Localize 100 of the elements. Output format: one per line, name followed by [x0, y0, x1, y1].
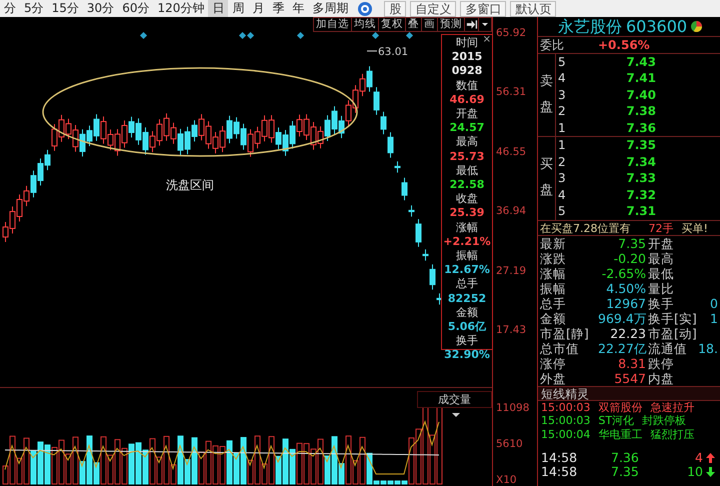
section-title: 短线精灵 [538, 386, 720, 400]
ratio-value: +0.56% [598, 37, 650, 52]
data-label: 最高 [456, 135, 478, 150]
data-value: 2015 [452, 50, 482, 64]
stat-value: 4.50% [605, 280, 646, 296]
stat-value: -2.65% [600, 266, 646, 280]
period-tab[interactable]: 月 [248, 0, 268, 17]
order-rank: 3 [557, 170, 567, 186]
toolbar-button[interactable]: 加自选 [314, 18, 352, 31]
notice-lots: 72手 [648, 220, 674, 234]
stat-label: 涨停 [540, 356, 567, 370]
pie-chart-icon [691, 21, 702, 32]
order-rank: 2 [557, 154, 567, 170]
period-tab[interactable]: 60分 [118, 0, 154, 17]
order-rank: 2 [557, 103, 567, 120]
order-price: 7.40 [625, 86, 656, 103]
alert-stock: 双箭股份 [598, 400, 642, 414]
page-button[interactable]: 默认页 [510, 0, 556, 16]
candlestick [394, 160, 400, 174]
stat-label: 涨幅 [540, 266, 567, 280]
stat-label: 跌停 [647, 356, 674, 370]
tick-price: 7.35 [611, 465, 640, 479]
stock-code: 603600 [626, 16, 688, 36]
tick-time: 14:58 [541, 465, 578, 479]
annotation-label: 洗盘区间 [166, 178, 214, 192]
axis-label: 65.92 [496, 27, 528, 41]
alert-stock: 华电重工 [598, 428, 642, 441]
pin-arrow-icon[interactable] [465, 18, 479, 31]
stat-label: 总市值 [540, 340, 580, 356]
notice-text: 在买盘7.28位置有 [540, 220, 630, 234]
stat-value: 1 [710, 310, 718, 326]
axis-label: 11098 [496, 402, 530, 414]
data-value: +2.21% [443, 234, 491, 250]
toolbar-button[interactable]: 复权 [379, 18, 406, 31]
period-tab[interactable]: 120分钟 [153, 0, 208, 17]
stat-label: 市盈[静] [540, 326, 590, 340]
stat-label: 振幅 [540, 280, 567, 296]
data-value: 24.57 [450, 121, 484, 136]
close-icon[interactable]: × [482, 35, 491, 45]
stat-label: 外盘 [540, 370, 567, 386]
period-tab[interactable]: 多周期 [308, 0, 352, 17]
axis-label: 27.19 [496, 264, 528, 279]
stat-value: -0.20 [612, 250, 646, 266]
period-tab[interactable]: 分 [0, 0, 20, 17]
alert-time: 15:00:03 [541, 414, 590, 428]
stat-value: 969.4万 [598, 310, 646, 326]
data-label: 时间 [456, 36, 478, 50]
toolbar-button[interactable]: 预测 [438, 18, 465, 31]
order-price: 7.38 [625, 103, 656, 120]
toolbar-button[interactable]: 叠 [406, 18, 422, 31]
data-label: 金额 [456, 306, 478, 320]
stat-label: 涨跌 [540, 250, 567, 266]
stat-label: 换手[实] [647, 310, 697, 326]
page-button[interactable]: 股 [384, 0, 406, 16]
alert-stock: ST河化 [598, 414, 634, 428]
period-tab[interactable]: 15分 [48, 0, 83, 17]
page-button[interactable]: 多窗口 [460, 0, 506, 16]
diamond-marker [140, 32, 148, 40]
stat-label: 流通值 [647, 340, 687, 356]
data-value: 32.90% [444, 348, 490, 363]
axis-label: 5610 [496, 438, 524, 450]
axis-label: 17.43 [496, 324, 528, 338]
order-price: 7.36 [625, 120, 656, 136]
order-price: 7.43 [625, 54, 656, 70]
tick-price: 7.36 [611, 451, 640, 465]
stat-label: 量比 [647, 280, 674, 296]
axis-label: 46.55 [496, 146, 528, 160]
period-tab[interactable]: 30分 [82, 0, 118, 17]
peak-price-label: 63.01 [378, 46, 408, 58]
stat-value: 5547 [613, 370, 646, 386]
notice-suffix: 买单! [682, 220, 708, 234]
stat-value: 8.31 [617, 356, 646, 370]
stock-name: 永艺股份 [558, 16, 622, 36]
order-rank: 1 [557, 137, 567, 154]
alert-time: 15:00:04 [541, 428, 590, 441]
period-tab[interactable]: 5分 [20, 0, 48, 17]
toolbar-button[interactable]: 画 [422, 18, 438, 31]
period-tab[interactable]: 日 [208, 0, 228, 17]
data-value: 12.67% [444, 263, 490, 278]
order-rank: 3 [557, 86, 567, 103]
data-label: 收盘 [456, 192, 478, 206]
toolbar-button[interactable]: 均线 [352, 18, 379, 31]
stat-value: 7.35 [617, 236, 646, 250]
candlestick [430, 264, 436, 290]
stat-label: 最高 [647, 250, 674, 266]
data-label: 开盘 [456, 107, 478, 122]
period-tab[interactable]: 季 [268, 0, 288, 17]
data-label: 数值 [456, 78, 478, 93]
page-button[interactable]: 自定义 [410, 0, 456, 16]
stat-label: 内盘 [647, 370, 674, 386]
diamond-marker [296, 32, 304, 40]
tick-volume: 4 [694, 451, 703, 465]
stat-label: 金额 [540, 310, 567, 326]
data-value: 46.69 [450, 92, 484, 108]
period-tab[interactable]: 年 [288, 0, 308, 17]
side-label: 卖盘 [540, 72, 553, 117]
period-tab[interactable]: 周 [228, 0, 248, 17]
stat-value: 22.23 [609, 326, 646, 340]
settings-icon [358, 2, 372, 16]
alert-event: 急速拉升 [650, 400, 694, 414]
